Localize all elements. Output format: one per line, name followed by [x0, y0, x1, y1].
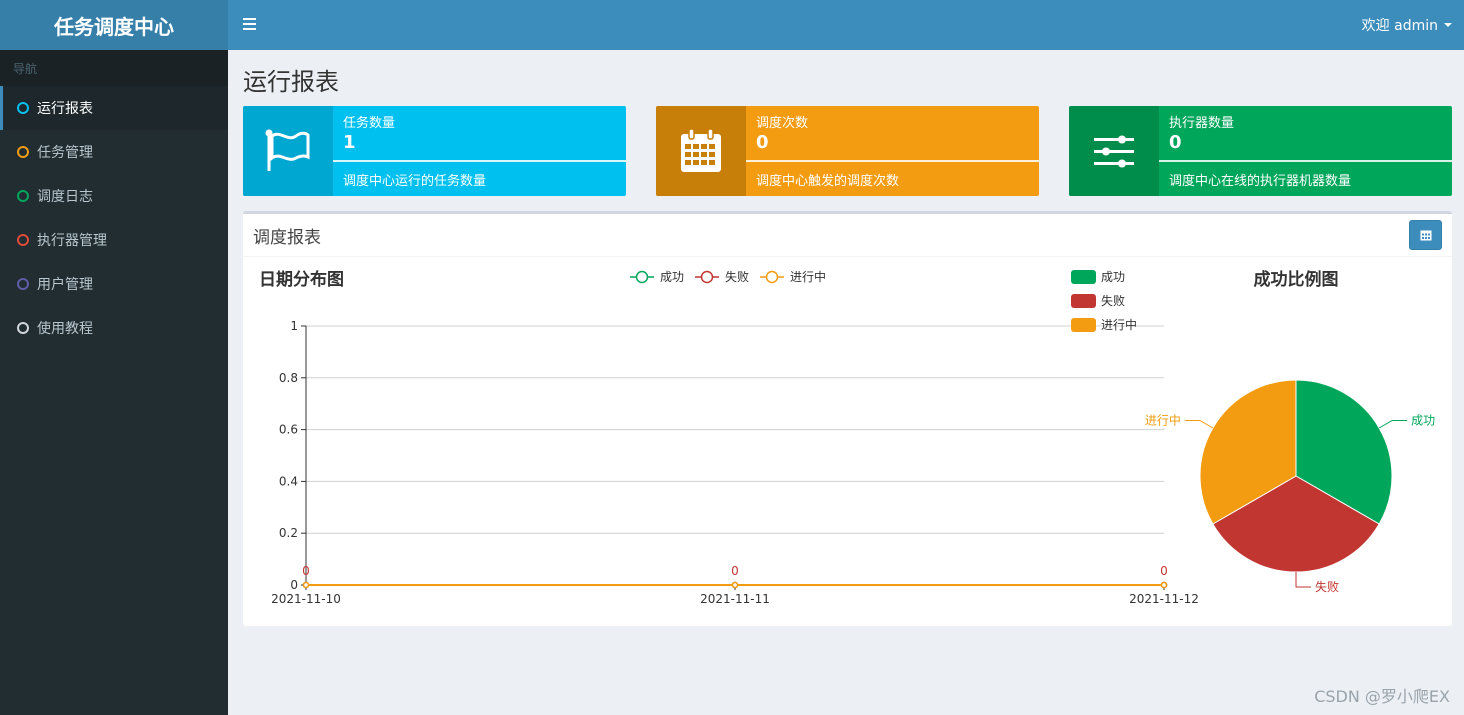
- legend-swatch: [1071, 270, 1096, 284]
- legend-marker: [700, 270, 714, 284]
- pie-label: 成功: [1411, 414, 1435, 428]
- data-label: 0: [302, 564, 310, 578]
- data-point: [302, 581, 310, 589]
- line-chart-series: 0 0 0: [302, 564, 1168, 589]
- legend-marker: [765, 270, 779, 284]
- pie-chart-title: 成功比例图: [1254, 269, 1339, 290]
- legend-label: 成功: [1101, 270, 1125, 284]
- y-tick-label: 0.4: [279, 474, 298, 488]
- data-label: 0: [1160, 564, 1168, 578]
- legend-label: 进行中: [1101, 317, 1137, 332]
- pie-leader-line: [1295, 572, 1311, 588]
- watermark: CSDN @罗小爬EX: [1314, 687, 1450, 706]
- legend-swatch: [1071, 318, 1096, 332]
- y-tick-label: 0.6: [279, 423, 298, 437]
- pie-leader-line: [1378, 420, 1408, 429]
- legend-swatch: [1071, 294, 1096, 308]
- line-chart-grid: [306, 325, 1164, 534]
- legend-marker: [635, 270, 649, 284]
- data-label: 0: [731, 564, 739, 578]
- pie-chart-legend[interactable]: 成功失败进行中: [1071, 270, 1137, 332]
- y-tick-label: 0: [290, 578, 298, 592]
- line-chart-legend[interactable]: 成功 失败 进行中: [630, 269, 826, 284]
- data-point: [1160, 581, 1168, 589]
- charts-layer: 日期分布图 成功 失败 进行中 00.20.40.60.812021-11-10 20…: [259, 269, 1435, 606]
- y-tick-label: 0.8: [279, 371, 298, 385]
- legend-label: 失败: [725, 269, 749, 284]
- legend-label: 成功: [660, 270, 684, 284]
- pie-chart-slices: 成功失败 进行中: [1145, 379, 1435, 594]
- data-point: [731, 581, 739, 589]
- y-tick-label: 1: [290, 319, 298, 333]
- pie-leader-line: [1184, 420, 1214, 429]
- x-tick-label: 2021-11-10: [271, 592, 341, 606]
- line-chart-title: 日期分布图: [259, 269, 344, 290]
- pie-label: 失败: [1315, 579, 1339, 594]
- legend-label: 失败: [1101, 293, 1125, 308]
- pie-label: 进行中: [1145, 413, 1181, 428]
- x-tick-label: 2021-11-11: [700, 592, 770, 606]
- line-chart-axes: 0 0.2 0.4 0.6 0.8 1 2021-11-10 2021-11-11 2021-1…: [271, 319, 1199, 606]
- legend-label: 进行中: [790, 269, 826, 284]
- y-tick-label: 0.2: [279, 526, 298, 540]
- x-tick-label: 2021-11-12: [1129, 592, 1199, 606]
